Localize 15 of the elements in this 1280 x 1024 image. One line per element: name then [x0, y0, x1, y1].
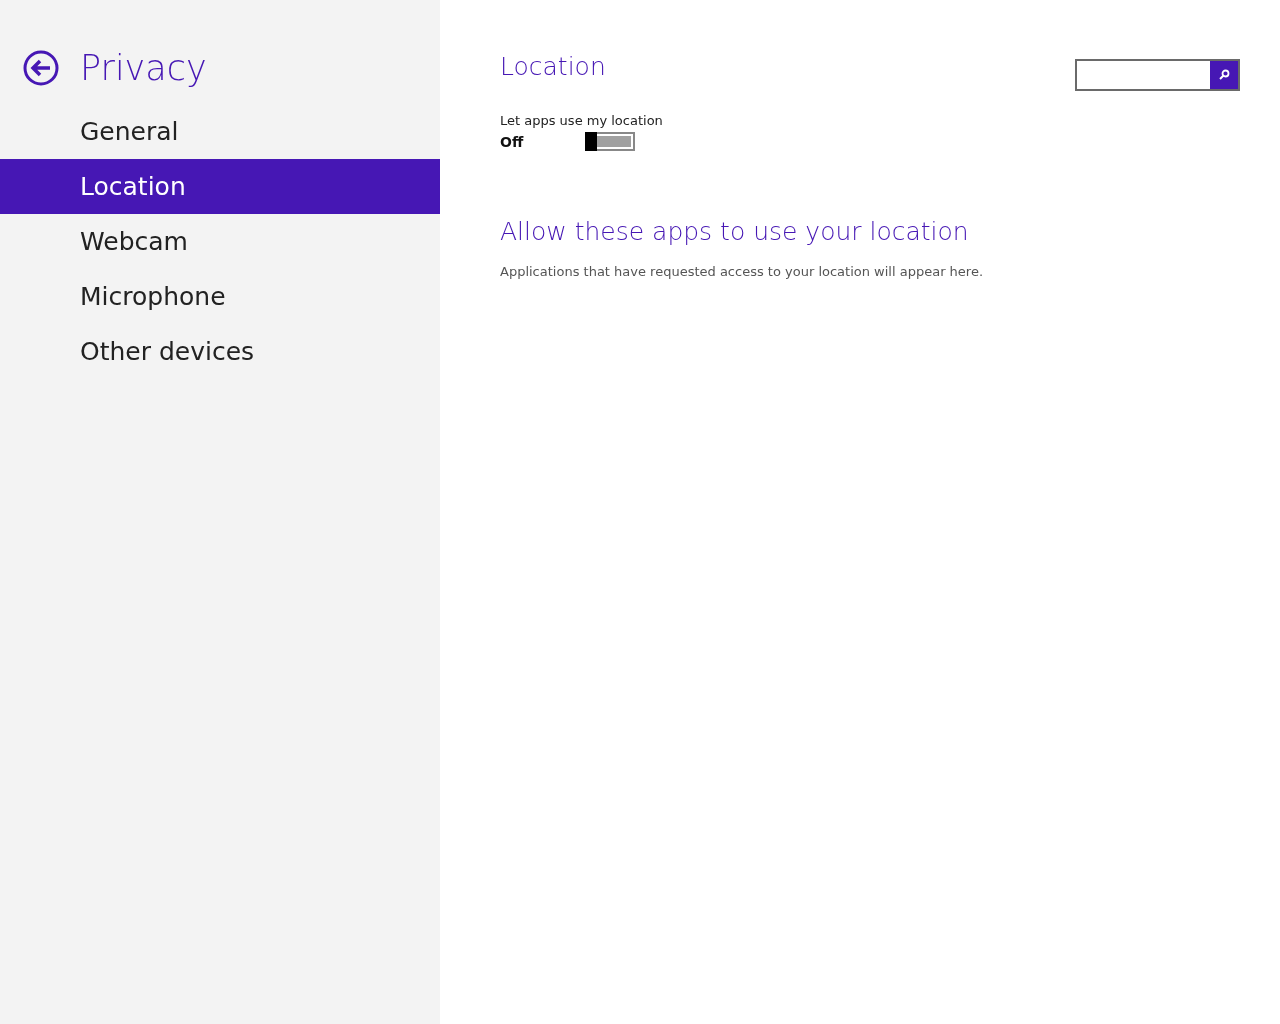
search-button[interactable] — [1210, 61, 1238, 89]
nav-item[interactable]: Webcam — [0, 214, 440, 269]
apps-heading: Allow these apps to use your location — [500, 217, 970, 246]
nav-item[interactable]: General — [0, 104, 440, 159]
nav-item[interactable]: Microphone — [0, 269, 440, 324]
section-heading: Location — [500, 52, 606, 81]
apps-note: Applications that have requested access to your location will appear here. — [500, 264, 985, 279]
setting-label: Let apps use my location — [500, 113, 664, 128]
search-field[interactable] — [1075, 59, 1240, 91]
toggle-state-text: Off — [500, 133, 525, 150]
search-icon — [1218, 69, 1230, 81]
nav-item[interactable]: Location — [0, 159, 440, 214]
page-title: Privacy — [80, 48, 207, 88]
nav-item[interactable]: Other devices — [0, 324, 440, 379]
location-toggle[interactable] — [585, 132, 635, 151]
